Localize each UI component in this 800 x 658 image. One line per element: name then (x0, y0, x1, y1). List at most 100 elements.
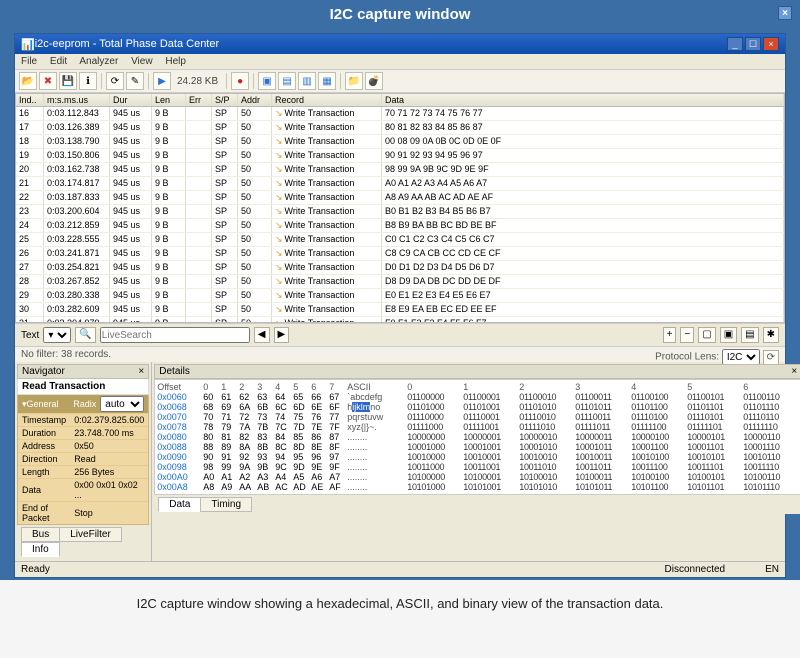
details-tabs: DataTiming (154, 495, 800, 514)
grid-header[interactable]: m:s.ms.us (44, 94, 110, 106)
live-search-input[interactable] (100, 327, 250, 343)
clear-icon[interactable]: 💣 (365, 72, 383, 90)
capture-size: 24.28 KB (173, 76, 222, 87)
hex-row[interactable]: 0x006868696A6B6C6D6E6Fhijklmno0110100001… (157, 402, 799, 412)
hex-row[interactable]: 0x00707071727374757677pqrstuvw0111000001… (157, 412, 799, 422)
protocol-lens-label: Protocol Lens: (655, 352, 719, 363)
details-close-icon[interactable]: × (791, 366, 797, 377)
menu-view[interactable]: View (131, 56, 153, 67)
app-icon: 📊 (21, 38, 35, 51)
panel1-icon[interactable]: ▣ (258, 72, 276, 90)
transaction-grid[interactable]: Ind..m:s.ms.usDurLenErrS/PAddrRecordData… (15, 93, 785, 323)
kv-key: Duration (18, 427, 70, 440)
panel4-icon[interactable]: ▦ (318, 72, 336, 90)
hex-row[interactable]: 0x008888898A8B8C8D8E8F........1000100010… (157, 442, 799, 452)
menu-help[interactable]: Help (165, 56, 186, 67)
nav-tab[interactable]: Bus (21, 527, 60, 542)
info-icon[interactable]: ℹ (79, 72, 97, 90)
grid-row[interactable]: 180:03.138.790945 us9 BSP50Write Transac… (16, 135, 784, 149)
grid-row[interactable]: 270:03.254.821945 us9 BSP50Write Transac… (16, 261, 784, 275)
record-icon[interactable]: ● (231, 72, 249, 90)
nav-tab[interactable]: Info (21, 542, 60, 557)
next-match-button[interactable]: ▶ (274, 327, 290, 343)
prev-match-button[interactable]: ◀ (254, 327, 270, 343)
filter-type-select[interactable]: ▾ (43, 327, 71, 343)
grid-row[interactable]: 240:03.212.859945 us9 BSP50Write Transac… (16, 219, 784, 233)
details-tab[interactable]: Timing (200, 497, 252, 512)
edit-icon[interactable]: ✎ (126, 72, 144, 90)
outer-window-title: I2C capture window × (2, 2, 798, 27)
grid-header[interactable]: Dur (110, 94, 152, 106)
hex-view[interactable]: Offset01234567ASCII0123456 0x00606061626… (154, 379, 800, 495)
grid-row[interactable]: 220:03.187.833945 us9 BSP50Write Transac… (16, 191, 784, 205)
kv-key: End of Packet (18, 502, 70, 525)
grid-header[interactable]: Data (382, 94, 784, 106)
folder-icon[interactable]: 📁 (345, 72, 363, 90)
star-icon[interactable]: ✱ (763, 327, 779, 343)
open-icon[interactable]: 📂 (19, 72, 37, 90)
grid-row[interactable]: 230:03.200.604945 us9 BSP50Write Transac… (16, 205, 784, 219)
maximize-button[interactable]: ☐ (745, 37, 761, 51)
hex-row[interactable]: 0x007878797A7B7C7D7E7Fxyz{|}~.0111100001… (157, 422, 799, 432)
hex-row[interactable]: 0x009898999A9B9C9D9E9F........1001100010… (157, 462, 799, 472)
grid-header[interactable]: S/P (212, 94, 238, 106)
view1-icon[interactable]: ▢ (698, 327, 715, 343)
kv-key: Address (18, 440, 70, 453)
toolbar: 📂 ✖ 💾 ℹ ⟳ ✎ ▶ 24.28 KB ● ▣ ▤ ▥ ▦ 📁 💣 (15, 70, 785, 93)
menu-analyzer[interactable]: Analyzer (79, 56, 118, 67)
grid-row[interactable]: 290:03.280.338945 us9 BSP50Write Transac… (16, 289, 784, 303)
grid-header[interactable]: Addr (238, 94, 272, 106)
titlebar[interactable]: 📊 i2c-eeprom - Total Phase Data Center _… (15, 34, 785, 54)
grid-row[interactable]: 170:03.126.389945 us9 BSP50Write Transac… (16, 121, 784, 135)
hex-row[interactable]: 0x00A0A0A1A2A3A4A5A6A7........1010000010… (157, 472, 799, 482)
hex-row[interactable]: 0x00606061626364656667`abcdefg0110000001… (157, 392, 799, 402)
expand-button[interactable]: + (663, 327, 677, 343)
grid-header[interactable]: Err (186, 94, 212, 106)
view3-icon[interactable]: ▤ (741, 327, 758, 343)
kv-value: 23.748.700 ms (70, 427, 148, 440)
menu-edit[interactable]: Edit (50, 56, 67, 67)
grid-row[interactable]: 200:03.162.738945 us9 BSP50Write Transac… (16, 163, 784, 177)
kv-value: Read (70, 453, 148, 466)
collapse-button[interactable]: − (680, 327, 694, 343)
menu-file[interactable]: File (21, 56, 37, 67)
grid-row[interactable]: 300:03.282.609945 us9 BSP50Write Transac… (16, 303, 784, 317)
minimize-button[interactable]: _ (727, 37, 743, 51)
play-icon[interactable]: ▶ (153, 72, 171, 90)
navigator-close-icon[interactable]: × (138, 366, 144, 377)
kv-value: 0x50 (70, 440, 148, 453)
close-button[interactable]: × (763, 37, 779, 51)
grid-header[interactable]: Len (152, 94, 186, 106)
kv-key: Direction (18, 453, 70, 466)
nav-tab[interactable]: LiveFilter (59, 527, 122, 542)
save-icon[interactable]: 💾 (59, 72, 77, 90)
refresh-icon[interactable]: ⟳ (106, 72, 124, 90)
panel2-icon[interactable]: ▤ (278, 72, 296, 90)
hex-row[interactable]: 0x00A8A8A9AAABACADAEAF........1010100010… (157, 482, 799, 492)
filter-bar: Text ▾ 🔍 ◀ ▶ + − ▢ ▣ ▤ ✱ (15, 323, 785, 347)
details-tab[interactable]: Data (158, 497, 201, 512)
grid-header[interactable]: Record (272, 94, 382, 106)
grid-row[interactable]: 260:03.241.871945 us9 BSP50Write Transac… (16, 247, 784, 261)
status-language: EN (765, 564, 779, 575)
view2-icon[interactable]: ▣ (720, 327, 737, 343)
filter-type-label: Text (21, 330, 39, 341)
menubar: File Edit Analyzer View Help (15, 54, 785, 70)
hex-row[interactable]: 0x00909091929394959697........1001000010… (157, 452, 799, 462)
status-bar: Ready Disconnected EN (15, 561, 785, 577)
hex-row[interactable]: 0x00808081828384858687........1000000010… (157, 432, 799, 442)
grid-row[interactable]: 210:03.174.817945 us9 BSP50Write Transac… (16, 177, 784, 191)
grid-header[interactable]: Ind.. (16, 94, 44, 106)
delete-icon[interactable]: ✖ (39, 72, 57, 90)
panel3-icon[interactable]: ▥ (298, 72, 316, 90)
figure-caption: I2C capture window showing a hexadecimal… (0, 580, 800, 617)
details-title: Details (159, 366, 190, 377)
outer-close-icon[interactable]: × (778, 6, 792, 20)
grid-row[interactable]: 250:03.228.555945 us9 BSP50Write Transac… (16, 233, 784, 247)
grid-row[interactable]: 190:03.150.806945 us9 BSP50Write Transac… (16, 149, 784, 163)
search-icon[interactable]: 🔍 (75, 327, 95, 343)
grid-row[interactable]: 160:03.112.843945 us9 BSP50Write Transac… (16, 107, 784, 121)
radix-select[interactable]: auto (100, 396, 144, 412)
kv-value: 0:02.379.825.600 (70, 414, 148, 427)
grid-row[interactable]: 280:03.267.852945 us9 BSP50Write Transac… (16, 275, 784, 289)
